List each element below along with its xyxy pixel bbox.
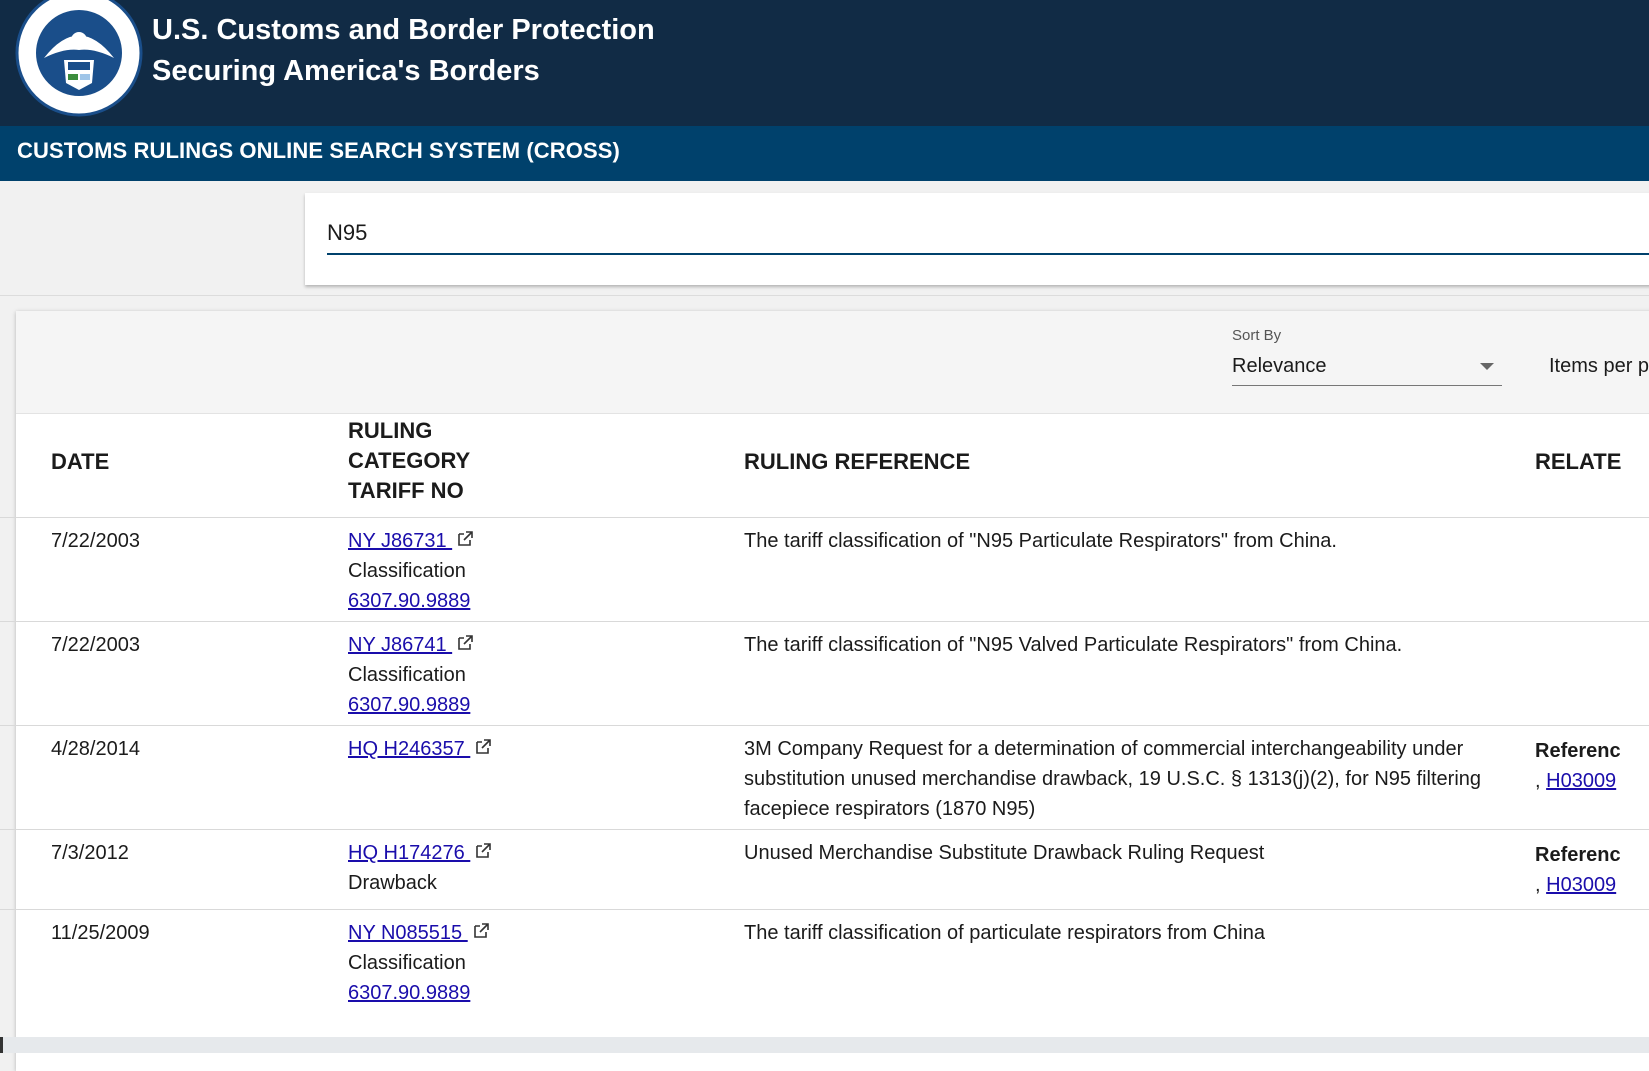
ruling-reference-line: facepiece respirators (1870 N95) [744, 798, 1036, 820]
external-link-icon[interactable] [456, 530, 474, 548]
ruling-cell: NY N085515 Classification 6307.90.9889 [348, 918, 490, 1008]
sort-by-select[interactable]: Relevance [1232, 351, 1502, 386]
related-label: Referenc [1535, 740, 1621, 762]
related-label: Referenc [1535, 844, 1621, 866]
ruling-reference: The tariff classification of "N95 Valved… [744, 634, 1403, 656]
external-link-icon[interactable] [474, 738, 492, 756]
row-date: 7/3/2012 [51, 842, 129, 864]
ruling-cell: NY J86731 Classification 6307.90.9889 [348, 526, 474, 616]
results-toolbar: Sort By Relevance Items per p [16, 311, 1649, 414]
ruling-link[interactable]: NY N085515 [348, 922, 468, 944]
related-ruling-link[interactable]: H03009 [1546, 770, 1616, 792]
agency-name: U.S. Customs and Border Protection [152, 14, 655, 46]
dhs-seal-logo [15, 0, 143, 117]
search-input[interactable] [327, 213, 1649, 255]
row-date: 4/28/2014 [51, 738, 140, 760]
system-title: CUSTOMS RULINGS ONLINE SEARCH SYSTEM (CR… [17, 138, 620, 163]
column-header-date[interactable]: DATE [51, 447, 109, 477]
row-date: 11/25/2009 [51, 922, 150, 944]
ruling-link[interactable]: HQ H174276 [348, 842, 470, 864]
table-row-partial[interactable] [0, 1037, 1649, 1053]
column-header-related[interactable]: RELATE [1535, 447, 1621, 477]
related-cell: Referenc , H03009 [1535, 840, 1621, 900]
ruling-reference: The tariff classification of "N95 Partic… [744, 530, 1337, 552]
ruling-reference-line: 3M Company Request for a determination o… [744, 738, 1464, 760]
external-link-icon[interactable] [472, 922, 490, 940]
related-separator: , [1535, 770, 1547, 792]
ruling-reference: 3M Company Request for a determination o… [744, 734, 1481, 824]
column-header-tariff: TARIFF NO [348, 478, 464, 503]
ruling-category: Drawback [348, 872, 437, 894]
ruling-reference-line: substitution unused merchandise drawback… [744, 768, 1482, 790]
column-header-reference[interactable]: RULING REFERENCE [744, 447, 970, 477]
chevron-down-icon [1480, 363, 1494, 370]
row-date: 7/22/2003 [51, 530, 140, 552]
agency-tagline: Securing America's Borders [152, 55, 540, 87]
tariff-link[interactable]: 6307.90.9889 [348, 694, 470, 716]
tariff-link[interactable]: 6307.90.9889 [348, 590, 470, 612]
column-header-ruling-line1: RULING [348, 418, 433, 443]
ruling-cell: HQ H174276 Drawback [348, 838, 492, 898]
ruling-reference: The tariff classification of particulate… [744, 922, 1265, 944]
ruling-link[interactable]: NY J86731 [348, 530, 452, 552]
ruling-category: Classification [348, 560, 466, 582]
sort-label: Sort By [1232, 327, 1282, 344]
site-header: U.S. Customs and Border Protection Secur… [0, 0, 1649, 126]
column-header-ruling[interactable]: RULING CATEGORY TARIFF NO [348, 416, 470, 506]
ruling-category: Classification [348, 664, 466, 686]
items-per-page-label: Items per p [1549, 355, 1649, 377]
column-header-category: CATEGORY [348, 448, 471, 473]
ruling-cell: NY J86741 Classification 6307.90.9889 [348, 630, 474, 720]
ruling-category: Classification [348, 952, 466, 974]
agency-title: U.S. Customs and Border Protection Secur… [152, 10, 655, 92]
external-link-icon[interactable] [456, 634, 474, 652]
ruling-cell: HQ H246357 [348, 734, 492, 764]
ruling-link[interactable]: NY J86741 [348, 634, 452, 656]
search-card [305, 193, 1649, 285]
row-date: 7/22/2003 [51, 634, 140, 656]
related-ruling-link[interactable]: H03009 [1546, 874, 1616, 896]
related-separator: , [1535, 874, 1547, 896]
ruling-reference: Unused Merchandise Substitute Drawback R… [744, 842, 1265, 864]
related-cell: Referenc , H03009 [1535, 736, 1621, 796]
ruling-link[interactable]: HQ H246357 [348, 738, 470, 760]
sort-value: Relevance [1232, 355, 1327, 377]
tariff-link[interactable]: 6307.90.9889 [348, 982, 470, 1004]
external-link-icon[interactable] [474, 842, 492, 860]
